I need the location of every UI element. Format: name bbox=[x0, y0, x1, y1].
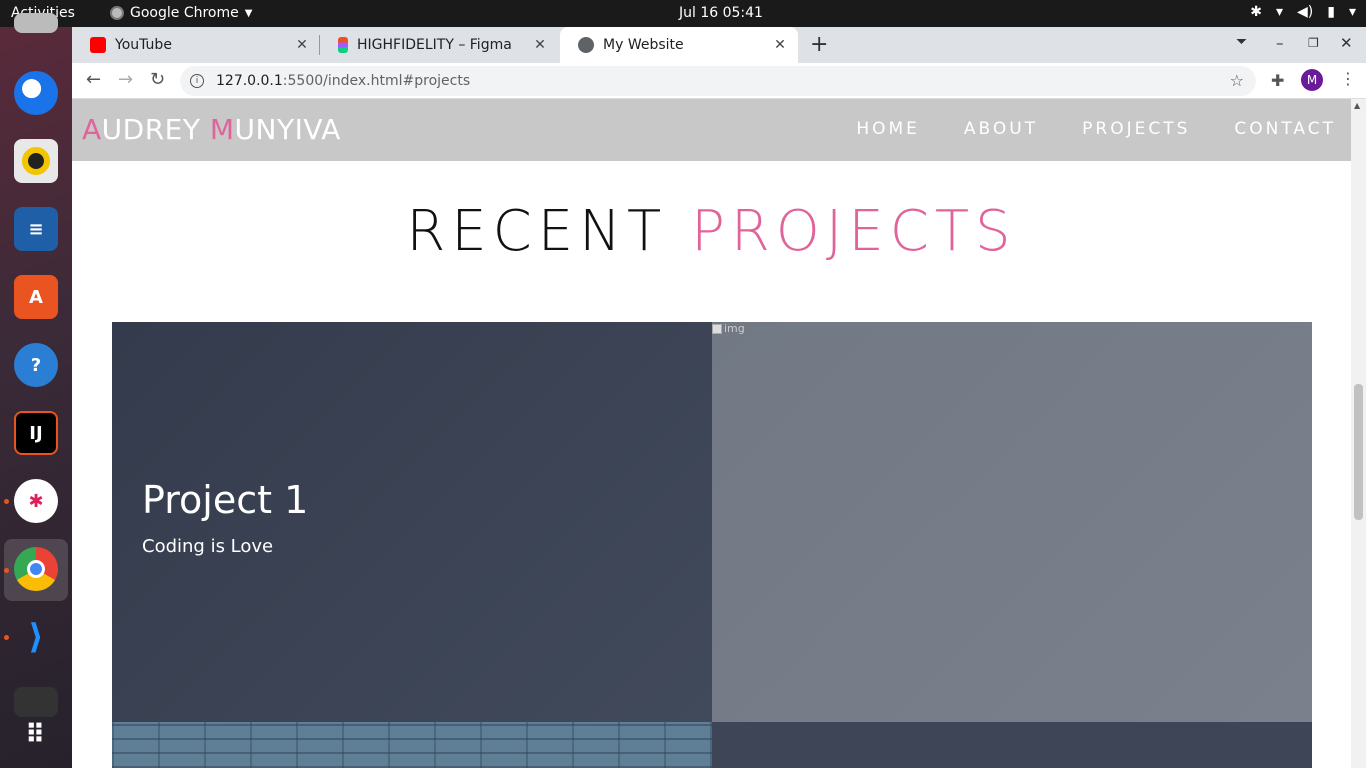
close-icon[interactable]: ✕ bbox=[294, 37, 310, 53]
tab-youtube[interactable]: YouTube ✕ bbox=[72, 27, 320, 63]
system-top-bar: Activities Google Chrome ▼ Jul 16 05:41 … bbox=[0, 0, 1366, 27]
page-scrollbar[interactable]: ▲ bbox=[1351, 99, 1366, 768]
app-menu-label: Google Chrome bbox=[130, 5, 239, 21]
chevron-down-icon[interactable]: ▾ bbox=[1349, 4, 1356, 20]
nav-contact[interactable]: CONTACT bbox=[1234, 119, 1336, 139]
broken-image-icon bbox=[712, 323, 722, 334]
url-host: 127.0.0.1 bbox=[216, 73, 283, 89]
close-icon[interactable]: ✕ bbox=[532, 37, 548, 53]
slack-tray-icon[interactable]: ✱ bbox=[1250, 4, 1262, 20]
project-subtitle: Coding is Love bbox=[142, 536, 274, 557]
browser-toolbar: ← → ↻ i 127.0.0.1 :5500/index.html#proje… bbox=[72, 63, 1366, 99]
battery-icon[interactable]: ▮ bbox=[1327, 4, 1335, 20]
back-icon[interactable]: ← bbox=[86, 69, 101, 90]
store-icon[interactable]: A bbox=[14, 275, 58, 319]
tab-title: YouTube bbox=[115, 37, 172, 53]
kebab-menu-icon[interactable]: ⋮ bbox=[1340, 69, 1356, 88]
close-icon[interactable]: ✕ bbox=[772, 37, 788, 53]
forward-icon[interactable]: → bbox=[118, 69, 133, 90]
logo-initial: A bbox=[82, 113, 102, 146]
project-card[interactable]: Project 1 Coding is Love bbox=[112, 322, 712, 722]
help-icon[interactable]: ? bbox=[14, 343, 58, 387]
code-icon[interactable]: ⟩ bbox=[14, 615, 58, 659]
project-image-brick[interactable] bbox=[112, 722, 712, 768]
slack-icon[interactable]: ✱ bbox=[14, 479, 58, 523]
info-icon[interactable]: i bbox=[190, 74, 204, 88]
minimize-icon[interactable]: – bbox=[1276, 34, 1284, 52]
tab-title: My Website bbox=[603, 37, 684, 53]
bookmark-star-icon[interactable]: ☆ bbox=[1230, 71, 1244, 90]
restore-icon[interactable]: ❐ bbox=[1308, 36, 1319, 50]
address-bar[interactable]: i 127.0.0.1 :5500/index.html#projects ☆ bbox=[180, 66, 1256, 96]
close-window-icon[interactable]: ✕ bbox=[1340, 34, 1353, 52]
section-title-part: RECENT bbox=[406, 199, 692, 264]
section-title-accent: PROJECTS bbox=[691, 199, 1017, 264]
projects-grid: Project 1 Coding is Love img bbox=[112, 322, 1312, 768]
files-icon[interactable] bbox=[14, 13, 58, 33]
mail-icon[interactable] bbox=[14, 71, 58, 115]
tab-strip: YouTube ✕ HIGHFIDELITY – Figma ✕ My Webs… bbox=[72, 27, 1366, 63]
running-indicator bbox=[4, 568, 9, 573]
project-title: Project 1 bbox=[142, 478, 309, 522]
section-title: RECENT PROJECTS bbox=[72, 199, 1351, 264]
broken-image: img bbox=[712, 322, 745, 335]
nav-home[interactable]: HOME bbox=[856, 119, 920, 139]
tab-search-icon[interactable]: ⏷ bbox=[1236, 34, 1247, 50]
speaker-icon[interactable] bbox=[14, 139, 58, 183]
tab-figma[interactable]: HIGHFIDELITY – Figma ✕ bbox=[320, 27, 558, 63]
youtube-icon bbox=[90, 37, 106, 53]
globe-icon bbox=[578, 37, 594, 53]
browser-window: YouTube ✕ HIGHFIDELITY – Figma ✕ My Webs… bbox=[72, 27, 1366, 768]
chrome-icon bbox=[110, 6, 124, 20]
site-navbar: AUDREY MUNYIVA HOME ABOUT PROJECTS CONTA… bbox=[72, 99, 1351, 161]
site-logo[interactable]: AUDREY MUNYIVA bbox=[82, 113, 341, 146]
image-alt-text: img bbox=[724, 322, 745, 335]
wifi-icon[interactable]: ▾ bbox=[1276, 4, 1283, 20]
app-menu[interactable]: Google Chrome ▼ bbox=[110, 5, 252, 21]
caret-down-icon: ▼ bbox=[244, 7, 253, 19]
reload-icon[interactable]: ↻ bbox=[150, 69, 165, 90]
scrollbar-thumb[interactable] bbox=[1354, 384, 1363, 520]
scroll-up-icon[interactable]: ▲ bbox=[1354, 101, 1360, 110]
nav-links: HOME ABOUT PROJECTS CONTACT bbox=[856, 119, 1336, 139]
ide-icon[interactable]: IJ bbox=[14, 411, 58, 455]
logo-text: UNYIVA bbox=[234, 113, 341, 146]
tab-my-website[interactable]: My Website ✕ bbox=[560, 27, 798, 63]
volume-icon[interactable]: ◀) bbox=[1297, 4, 1313, 20]
profile-avatar[interactable]: M bbox=[1301, 69, 1323, 91]
project-card[interactable] bbox=[712, 722, 1312, 768]
figma-icon bbox=[338, 37, 348, 53]
logo-initial: M bbox=[209, 113, 235, 146]
nav-about[interactable]: ABOUT bbox=[964, 119, 1038, 139]
extensions-icon[interactable]: ✚ bbox=[1271, 71, 1284, 90]
url-path: :5500/index.html#projects bbox=[282, 73, 471, 89]
nav-projects[interactable]: PROJECTS bbox=[1082, 119, 1190, 139]
system-tray[interactable]: ✱ ▾ ◀) ▮ ▾ bbox=[1250, 4, 1356, 20]
running-indicator bbox=[4, 499, 9, 504]
document-icon[interactable]: ≡ bbox=[14, 207, 58, 251]
running-indicator bbox=[4, 635, 9, 640]
page-viewport: AUDREY MUNYIVA HOME ABOUT PROJECTS CONTA… bbox=[72, 99, 1366, 768]
clock[interactable]: Jul 16 05:41 bbox=[679, 5, 763, 21]
project-image[interactable]: img bbox=[712, 322, 1312, 722]
chrome-icon[interactable] bbox=[14, 547, 58, 591]
logo-text: UDREY bbox=[101, 113, 210, 146]
dock: ≡ A ? IJ ✱ ⟩ ⠿ bbox=[0, 13, 72, 768]
grid-icon[interactable]: ⠿ bbox=[14, 713, 58, 757]
tab-title: HIGHFIDELITY – Figma bbox=[357, 37, 512, 53]
new-tab-button[interactable]: + bbox=[810, 32, 828, 57]
